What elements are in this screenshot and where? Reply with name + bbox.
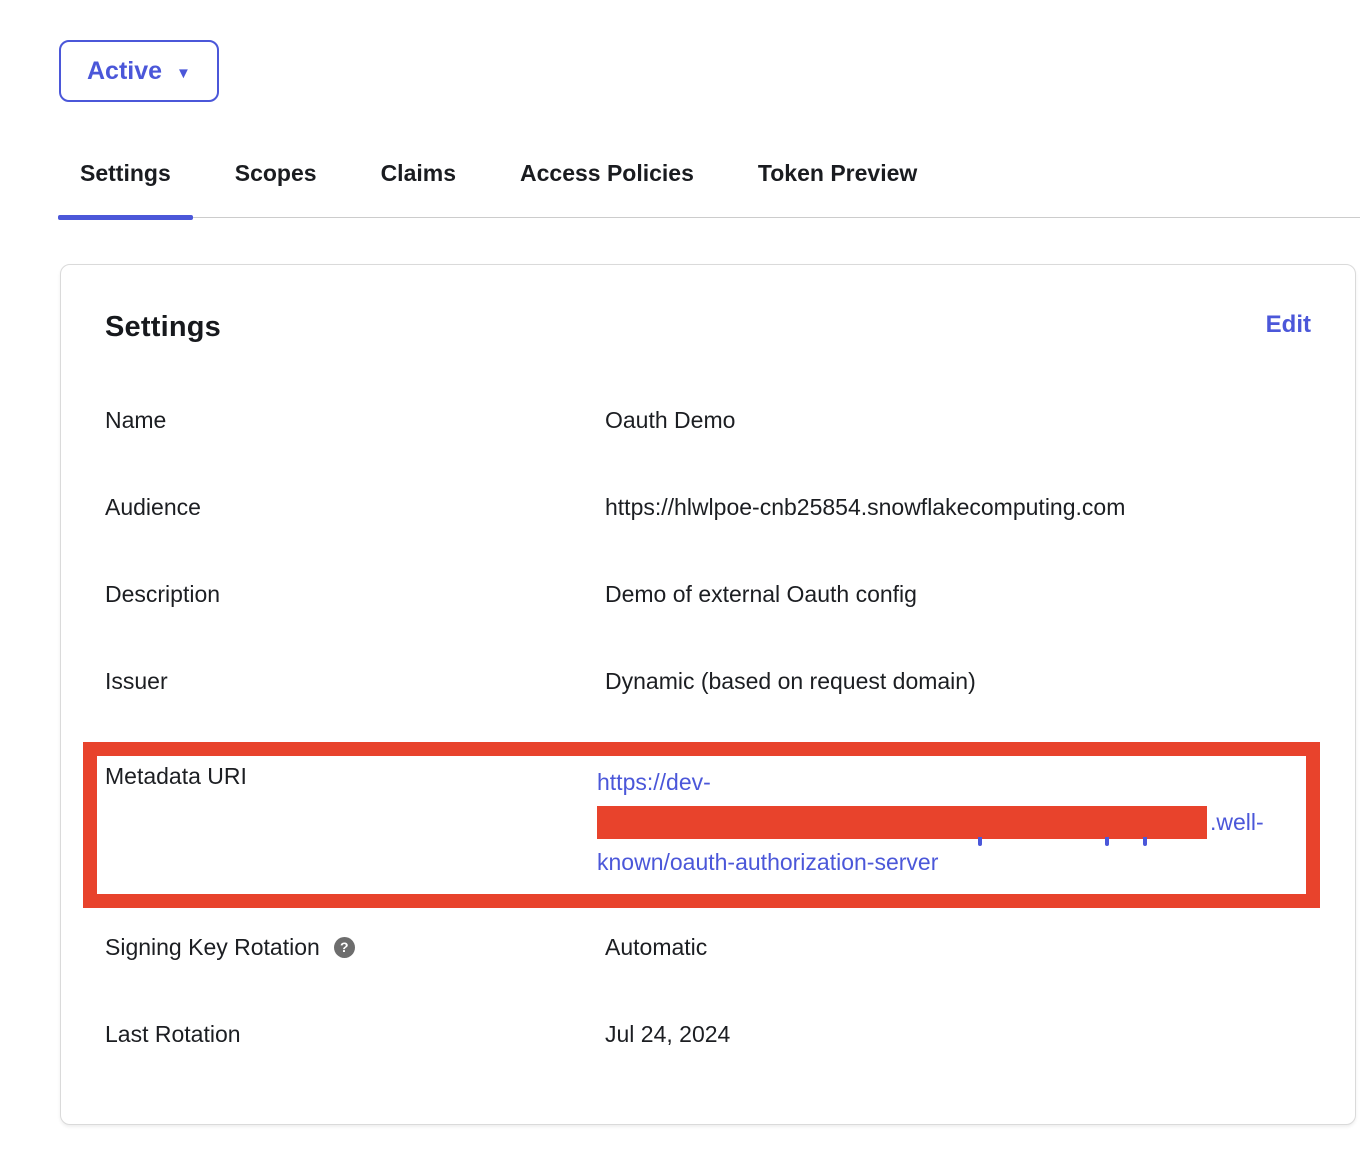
field-label: Name <box>105 406 605 434</box>
field-row-audience: Audience https://hlwlpoe-cnb25854.snowfl… <box>105 493 1311 521</box>
field-row-signing-key-rotation: Signing Key Rotation ? Automatic <box>105 933 1311 961</box>
redacted-text-descender <box>1105 837 1109 846</box>
field-label-text: Signing Key Rotation <box>105 933 320 961</box>
card-title: Settings <box>105 311 221 344</box>
tab-claims[interactable]: Claims <box>359 160 478 217</box>
settings-card: Settings Edit Name Oauth Demo Audience h… <box>60 264 1356 1125</box>
field-label: Last Rotation <box>105 1020 605 1048</box>
field-row-issuer: Issuer Dynamic (based on request domain) <box>105 667 1311 695</box>
field-label: Issuer <box>105 667 605 695</box>
tab-scopes[interactable]: Scopes <box>213 160 339 217</box>
oauth-server-settings-page: Active ▼ Settings Scopes Claims Access P… <box>0 0 1365 1169</box>
tab-access-policies[interactable]: Access Policies <box>498 160 716 217</box>
field-value: Automatic <box>605 933 1311 961</box>
tab-bar: Settings Scopes Claims Access Policies T… <box>58 160 1360 218</box>
status-label: Active <box>87 57 162 86</box>
field-value: Dynamic (based on request domain) <box>605 667 1311 695</box>
field-value: Demo of external Oauth config <box>605 580 1311 608</box>
red-annotation-box: Metadata URI https://dev- .well- known/o… <box>83 742 1320 908</box>
field-value: Jul 24, 2024 <box>605 1020 1311 1048</box>
metadata-uri-link[interactable]: https://dev- <box>597 762 1306 802</box>
metadata-uri-link[interactable]: known/oauth-authorization-server <box>597 842 1306 882</box>
question-mark-icon[interactable]: ? <box>334 937 355 958</box>
field-row-metadata-uri: Metadata URI https://dev- .well- known/o… <box>105 762 1306 882</box>
card-header: Settings Edit <box>105 311 1311 344</box>
redacted-text-descender <box>978 837 982 846</box>
chevron-down-icon: ▼ <box>176 65 191 82</box>
tab-settings[interactable]: Settings <box>58 160 193 217</box>
field-label: Metadata URI <box>105 762 597 790</box>
metadata-uri-link[interactable]: .well- <box>597 802 1306 842</box>
field-value: Oauth Demo <box>605 406 1311 434</box>
metadata-uri-suffix: .well- <box>1210 809 1264 835</box>
status-dropdown-button[interactable]: Active ▼ <box>59 40 219 102</box>
field-label: Audience <box>105 493 605 521</box>
redaction-bar <box>597 806 1207 839</box>
field-row-last-rotation: Last Rotation Jul 24, 2024 <box>105 1020 1311 1048</box>
field-row-description: Description Demo of external Oauth confi… <box>105 580 1311 608</box>
field-label: Signing Key Rotation ? <box>105 933 605 961</box>
field-row-name: Name Oauth Demo <box>105 406 1311 434</box>
edit-button[interactable]: Edit <box>1266 311 1311 339</box>
field-label: Description <box>105 580 605 608</box>
tab-token-preview[interactable]: Token Preview <box>736 160 939 217</box>
metadata-uri-value: https://dev- .well- known/oauth-authoriz… <box>597 762 1306 882</box>
field-value: https://hlwlpoe-cnb25854.snowflakecomput… <box>605 493 1311 521</box>
redacted-text-descender <box>1143 837 1147 846</box>
